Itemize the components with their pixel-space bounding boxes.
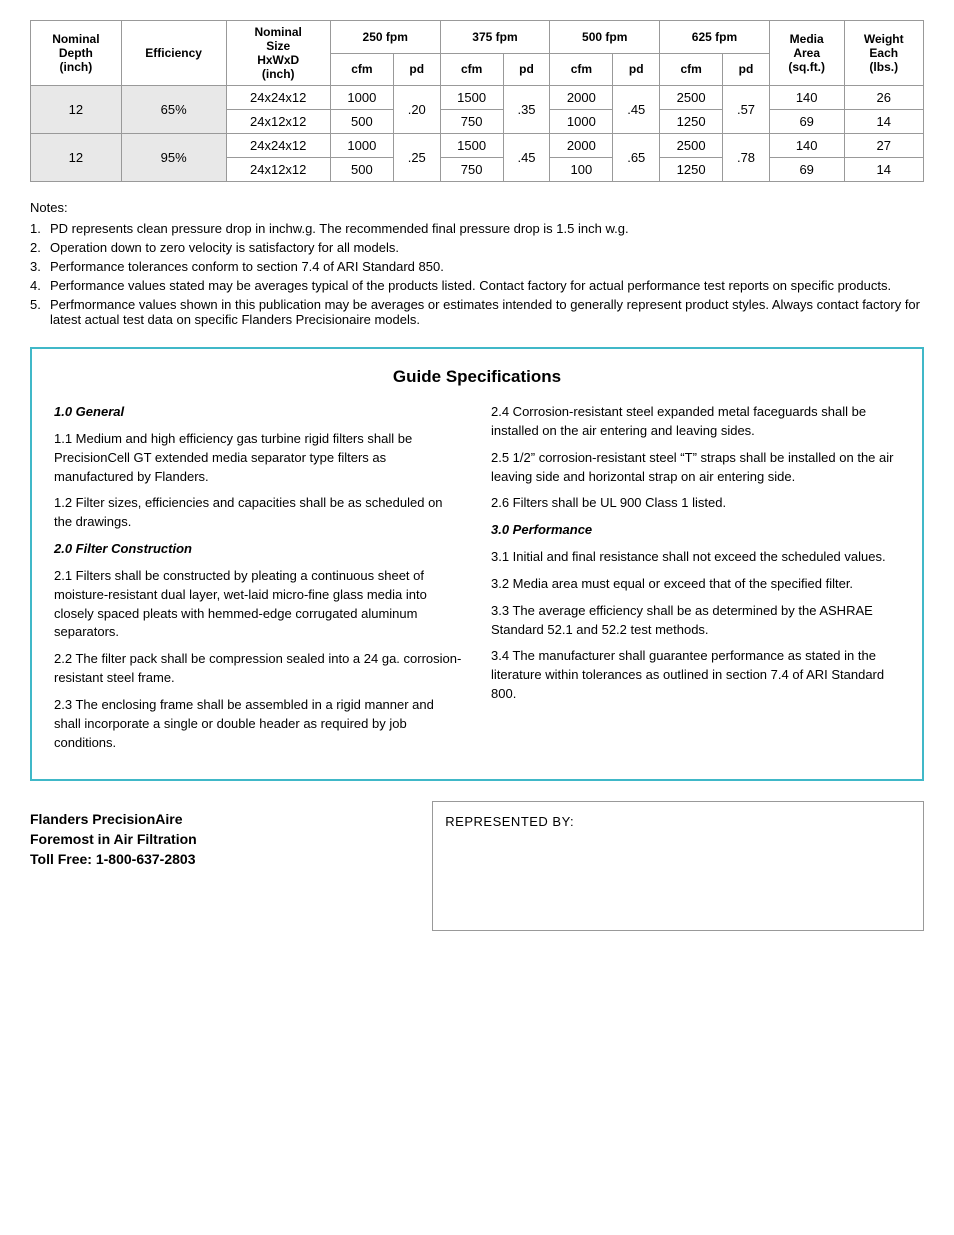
guide-specs-left-col: 1.0 General 1.1 Medium and high efficien…: [54, 403, 463, 761]
guide-specs-right-col: 2.4 Corrosion-resistant steel expanded m…: [491, 403, 900, 761]
td-625pd-1: .57: [723, 86, 770, 134]
note-5: 5.Perfmormance values shown in this publ…: [30, 297, 924, 327]
td-250cfm-2a: 1000: [330, 134, 393, 158]
td-depth-1: 12: [31, 86, 122, 134]
th-375-pd: pd: [503, 53, 550, 86]
notes-title: Notes:: [30, 200, 924, 215]
td-media-1a: 140: [769, 86, 844, 110]
table-row: 12 65% 24x24x12 1000 .20 1500 .35 2000 .…: [31, 86, 924, 110]
td-500pd-2: .65: [613, 134, 660, 182]
th-625-cfm: cfm: [660, 53, 723, 86]
th-weight-each: WeightEach(lbs.): [844, 21, 923, 86]
company-name: Flanders PrecisionAire: [30, 811, 432, 827]
td-500cfm-1a: 2000: [550, 86, 613, 110]
td-size-2a: 24x24x12: [226, 134, 330, 158]
note-4: 4.Performance values stated may be avera…: [30, 278, 924, 293]
section-item-2-5: 2.5 1/2” corrosion-resistant steel “T” s…: [491, 449, 900, 487]
section-item-1-2: 1.2 Filter sizes, efficiencies and capac…: [54, 494, 463, 532]
guide-specs-box: Guide Specifications 1.0 General 1.1 Med…: [30, 347, 924, 781]
th-500-cfm: cfm: [550, 53, 613, 86]
td-375pd-2: .45: [503, 134, 550, 182]
section-item-2-6: 2.6 Filters shall be UL 900 Class 1 list…: [491, 494, 900, 513]
performance-table: NominalDepth(inch) Efficiency NominalSiz…: [30, 20, 924, 182]
td-media-2b: 69: [769, 158, 844, 182]
th-625-pd: pd: [723, 53, 770, 86]
td-250cfm-1a: 1000: [330, 86, 393, 110]
td-625cfm-2b: 1250: [660, 158, 723, 182]
td-250cfm-2b: 500: [330, 158, 393, 182]
td-media-2a: 140: [769, 134, 844, 158]
section-item-2-3: 2.3 The enclosing frame shall be assembl…: [54, 696, 463, 753]
td-size-1a: 24x24x12: [226, 86, 330, 110]
guide-specs-columns: 1.0 General 1.1 Medium and high efficien…: [54, 403, 900, 761]
th-nominal-depth: NominalDepth(inch): [31, 21, 122, 86]
td-375cfm-2b: 750: [440, 158, 503, 182]
td-500cfm-1b: 1000: [550, 110, 613, 134]
td-weight-1a: 26: [844, 86, 923, 110]
section-item-3-4: 3.4 The manufacturer shall guarantee per…: [491, 647, 900, 704]
td-efficiency-2: 95%: [121, 134, 226, 182]
td-375pd-1: .35: [503, 86, 550, 134]
td-depth-2: 12: [31, 134, 122, 182]
th-250-cfm: cfm: [330, 53, 393, 86]
td-625cfm-1b: 1250: [660, 110, 723, 134]
footer-right: REPRESENTED BY:: [432, 801, 924, 931]
th-250-pd: pd: [393, 53, 440, 86]
th-media-area: MediaArea(sq.ft.): [769, 21, 844, 86]
td-weight-2a: 27: [844, 134, 923, 158]
section-heading-2: 2.0 Filter Construction: [54, 540, 463, 559]
section-item-2-2: 2.2 The filter pack shall be compression…: [54, 650, 463, 688]
note-2: 2.Operation down to zero velocity is sat…: [30, 240, 924, 255]
th-efficiency: Efficiency: [121, 21, 226, 86]
toll-free: Toll Free: 1-800-637-2803: [30, 851, 432, 867]
section-heading-1: 1.0 General: [54, 403, 463, 422]
td-500cfm-2a: 2000: [550, 134, 613, 158]
td-media-1b: 69: [769, 110, 844, 134]
rep-label: REPRESENTED BY:: [445, 814, 574, 829]
section-item-2-1: 2.1 Filters shall be constructed by plea…: [54, 567, 463, 642]
th-625fpm: 625 fpm: [660, 21, 770, 54]
section-item-2-4: 2.4 Corrosion-resistant steel expanded m…: [491, 403, 900, 441]
th-nominal-size: NominalSizeHxWxD(inch): [226, 21, 330, 86]
section-heading-3: 3.0 Performance: [491, 521, 900, 540]
th-500-pd: pd: [613, 53, 660, 86]
section-item-3-3: 3.3 The average efficiency shall be as d…: [491, 602, 900, 640]
td-500pd-1: .45: [613, 86, 660, 134]
td-375cfm-1b: 750: [440, 110, 503, 134]
footer-left: Flanders PrecisionAire Foremost in Air F…: [30, 801, 432, 931]
th-500fpm: 500 fpm: [550, 21, 660, 54]
td-weight-1b: 14: [844, 110, 923, 134]
section-item-3-1: 3.1 Initial and final resistance shall n…: [491, 548, 900, 567]
th-375-cfm: cfm: [440, 53, 503, 86]
td-500cfm-2b: 100: [550, 158, 613, 182]
td-625cfm-2a: 2500: [660, 134, 723, 158]
notes-section: Notes: 1.PD represents clean pressure dr…: [30, 200, 924, 327]
td-250cfm-1b: 500: [330, 110, 393, 134]
note-3: 3.Performance tolerances conform to sect…: [30, 259, 924, 274]
guide-specs-title: Guide Specifications: [54, 367, 900, 387]
td-size-2b: 24x12x12: [226, 158, 330, 182]
tagline: Foremost in Air Filtration: [30, 831, 432, 847]
th-250fpm: 250 fpm: [330, 21, 440, 54]
table-row: 12 95% 24x24x12 1000 .25 1500 .45 2000 .…: [31, 134, 924, 158]
td-efficiency-1: 65%: [121, 86, 226, 134]
footer-section: Flanders PrecisionAire Foremost in Air F…: [30, 801, 924, 931]
section-item-3-2: 3.2 Media area must equal or exceed that…: [491, 575, 900, 594]
td-250pd-1: .20: [393, 86, 440, 134]
td-size-1b: 24x12x12: [226, 110, 330, 134]
th-375fpm: 375 fpm: [440, 21, 550, 54]
note-1: 1.PD represents clean pressure drop in i…: [30, 221, 924, 236]
td-weight-2b: 14: [844, 158, 923, 182]
td-625pd-2: .78: [723, 134, 770, 182]
td-375cfm-2a: 1500: [440, 134, 503, 158]
notes-list: 1.PD represents clean pressure drop in i…: [30, 221, 924, 327]
td-250pd-2: .25: [393, 134, 440, 182]
td-375cfm-1a: 1500: [440, 86, 503, 110]
section-item-1-1: 1.1 Medium and high efficiency gas turbi…: [54, 430, 463, 487]
td-625cfm-1a: 2500: [660, 86, 723, 110]
